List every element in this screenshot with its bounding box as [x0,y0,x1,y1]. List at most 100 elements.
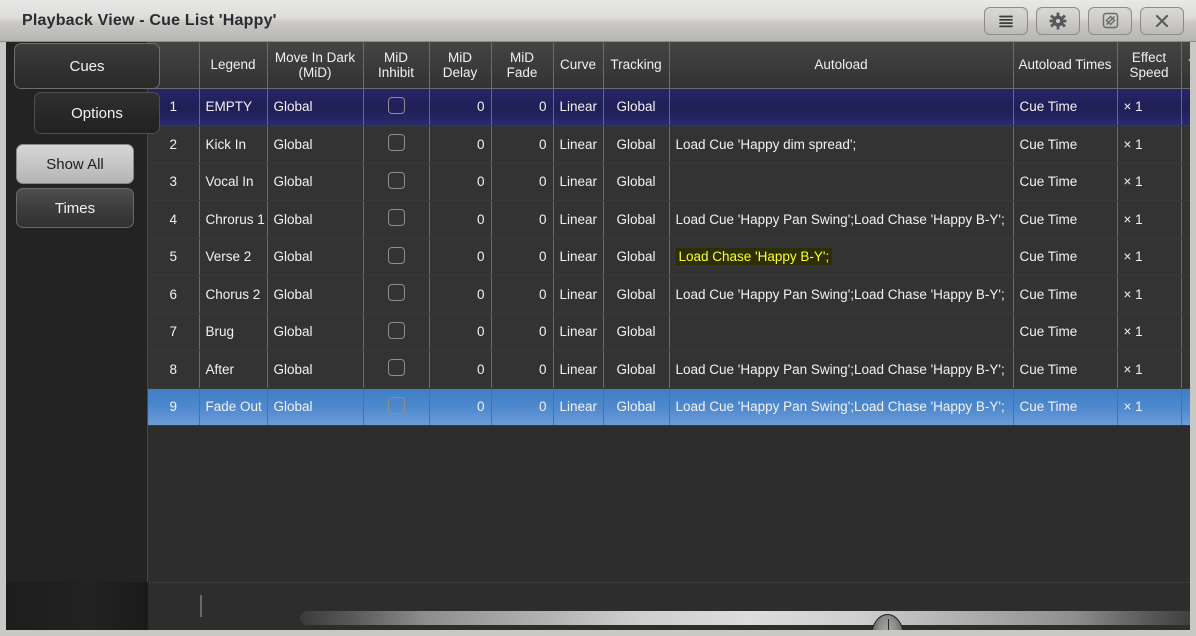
cell-cue-number[interactable]: 9 [148,388,200,426]
cell-mid-inhibit[interactable] [363,238,430,276]
cell-autoload-times[interactable]: Cue Time [1013,313,1118,351]
cell-cue-number[interactable]: 3 [148,163,200,201]
cell-autoload[interactable]: Load Cue 'Happy Pan Swing';Load Chase 'H… [669,275,1014,314]
cell-truncated[interactable] [1181,125,1190,164]
column-header-legend[interactable]: Legend [199,42,268,89]
cell-curve[interactable]: Linear [553,350,604,389]
mid-inhibit-checkbox[interactable] [387,134,405,152]
cell-autoload[interactable]: Load Cue 'Happy Pan Swing';Load Chase 'H… [669,200,1014,239]
cell-autoload-times[interactable]: Cue Time [1013,238,1118,276]
cell-tracking[interactable]: Global [603,200,670,239]
cell-mid-delay[interactable]: 0 [429,163,492,201]
cell-legend[interactable]: Chorus 2 [199,275,268,314]
cell-mid-inhibit[interactable] [363,125,430,164]
cell-truncated[interactable] [1181,388,1190,426]
cell-truncated[interactable] [1181,238,1190,276]
cell-cue-number[interactable]: 7 [148,313,200,351]
cell-truncated[interactable] [1181,350,1190,389]
cell-mid-delay[interactable]: 0 [429,88,492,126]
cell-autoload[interactable] [669,88,1014,126]
cell-mid-delay[interactable]: 0 [429,388,492,426]
cell-autoload-times[interactable]: Cue Time [1013,163,1118,201]
cell-cue-number[interactable]: 8 [148,350,200,389]
cell-move-in-dark[interactable]: Global [267,313,364,351]
column-header-truncated[interactable]: T [1181,42,1190,89]
cell-move-in-dark[interactable]: Global [267,350,364,389]
table-row[interactable]: 5 Verse 2 Global 0 0 Linear Global Load Chase '… [148,238,1190,276]
cell-truncated[interactable] [1181,88,1190,126]
column-header-curve[interactable]: Curve [553,42,604,89]
cell-tracking[interactable]: Global [603,88,670,126]
cell-mid-inhibit[interactable] [363,163,430,201]
cell-mid-fade[interactable]: 0 [491,125,554,164]
settings-button[interactable] [1036,6,1080,35]
table-row[interactable]: 8 After Global 0 0 Linear Global Load Cue 'Happ… [148,350,1190,389]
cell-autoload[interactable] [669,313,1014,351]
cell-tracking[interactable]: Global [603,238,670,276]
cell-legend[interactable]: Fade Out [199,388,268,426]
cell-autoload-times[interactable]: Cue Time [1013,388,1118,426]
cell-autoload-times[interactable]: Cue Time [1013,125,1118,164]
cell-tracking[interactable]: Global [603,313,670,351]
cell-curve[interactable]: Linear [553,125,604,164]
cell-mid-delay[interactable]: 0 [429,313,492,351]
cell-mid-inhibit[interactable] [363,313,430,351]
cell-mid-fade[interactable]: 0 [491,88,554,126]
cell-mid-inhibit[interactable] [363,388,430,426]
cell-curve[interactable]: Linear [553,275,604,314]
cell-mid-fade[interactable]: 0 [491,163,554,201]
cell-mid-fade[interactable]: 0 [491,388,554,426]
horizontal-scrollbar[interactable] [148,582,1190,630]
table-row[interactable]: 1 EMPTY Global 0 0 Linear Global Cue Time × 1 [148,88,1190,126]
cell-cue-number[interactable]: 6 [148,275,200,314]
cell-legend[interactable]: Vocal In [199,163,268,201]
cell-move-in-dark[interactable]: Global [267,163,364,201]
cell-effect-speed[interactable]: × 1 [1117,313,1182,351]
cell-mid-fade[interactable]: 0 [491,238,554,276]
cell-curve[interactable]: Linear [553,313,604,351]
column-header-mid-fade[interactable]: MiD Fade [491,42,554,89]
mid-inhibit-checkbox[interactable] [387,359,405,377]
cell-autoload-times[interactable]: Cue Time [1013,275,1118,314]
mid-inhibit-checkbox[interactable] [387,321,405,339]
cell-effect-speed[interactable]: × 1 [1117,163,1182,201]
cell-curve[interactable]: Linear [553,163,604,201]
menu-button[interactable] [984,6,1028,35]
table-row[interactable]: 6 Chorus 2 Global 0 0 Linear Global Load Cue 'H… [148,275,1190,314]
cell-truncated[interactable] [1181,313,1190,351]
cell-truncated[interactable] [1181,163,1190,201]
mid-inhibit-checkbox[interactable] [387,396,405,414]
cell-tracking[interactable]: Global [603,388,670,426]
cell-autoload[interactable]: Load Cue 'Happy dim spread'; [669,125,1014,164]
cell-mid-inhibit[interactable] [363,275,430,314]
mid-inhibit-checkbox[interactable] [387,171,405,189]
cell-autoload-times[interactable]: Cue Time [1013,88,1118,126]
cell-mid-delay[interactable]: 0 [429,275,492,314]
mid-inhibit-checkbox[interactable] [387,284,405,302]
cell-effect-speed[interactable]: × 1 [1117,88,1182,126]
cell-curve[interactable]: Linear [553,200,604,239]
table-row[interactable]: 3 Vocal In Global 0 0 Linear Global Cue Time × 1 [148,163,1190,201]
cell-mid-fade[interactable]: 0 [491,350,554,389]
cell-move-in-dark[interactable]: Global [267,125,364,164]
cell-legend[interactable]: Kick In [199,125,268,164]
column-header-move-in-dark[interactable]: Move In Dark (MiD) [267,42,364,89]
close-button[interactable] [1140,6,1184,35]
cell-tracking[interactable]: Global [603,163,670,201]
show-all-button[interactable]: Show All [16,144,134,184]
cell-truncated[interactable] [1181,275,1190,314]
cell-mid-fade[interactable]: 0 [491,313,554,351]
cell-legend[interactable]: EMPTY [199,88,268,126]
cell-move-in-dark[interactable]: Global [267,388,364,426]
cell-cue-number[interactable]: 5 [148,238,200,276]
cell-curve[interactable]: Linear [553,238,604,276]
mid-inhibit-checkbox[interactable] [387,96,405,114]
table-row[interactable]: 4 Chrorus 1 Global 0 0 Linear Global Load Cue '… [148,200,1190,239]
cell-autoload-times[interactable]: Cue Time [1013,350,1118,389]
cell-move-in-dark[interactable]: Global [267,88,364,126]
cell-mid-fade[interactable]: 0 [491,200,554,239]
cell-mid-delay[interactable]: 0 [429,200,492,239]
column-header-tracking[interactable]: Tracking [603,42,670,89]
cell-mid-fade[interactable]: 0 [491,275,554,314]
column-header-mid-delay[interactable]: MiD Delay [429,42,492,89]
